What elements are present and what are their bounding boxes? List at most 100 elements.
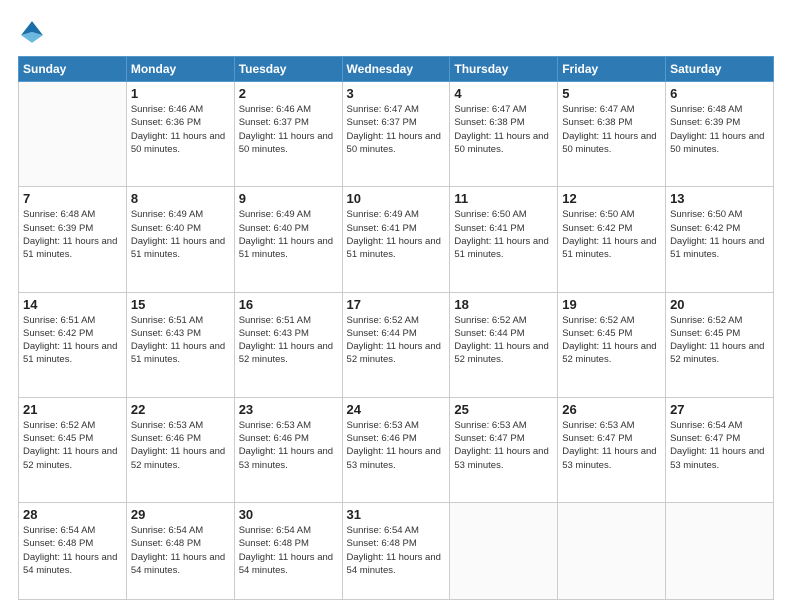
calendar-cell: 31 Sunrise: 6:54 AMSunset: 6:48 PMDayligh…	[342, 503, 450, 600]
day-info: Sunrise: 6:51 AMSunset: 6:43 PMDaylight:…	[131, 314, 230, 367]
day-info: Sunrise: 6:53 AMSunset: 6:46 PMDaylight:…	[131, 419, 230, 472]
calendar-cell: 17 Sunrise: 6:52 AMSunset: 6:44 PMDayligh…	[342, 292, 450, 397]
day-info: Sunrise: 6:48 AMSunset: 6:39 PMDaylight:…	[670, 103, 769, 156]
calendar-cell: 21 Sunrise: 6:52 AMSunset: 6:45 PMDayligh…	[19, 397, 127, 502]
day-info: Sunrise: 6:50 AMSunset: 6:41 PMDaylight:…	[454, 208, 553, 261]
calendar-cell: 18 Sunrise: 6:52 AMSunset: 6:44 PMDayligh…	[450, 292, 558, 397]
day-number: 15	[131, 297, 230, 312]
day-number: 14	[23, 297, 122, 312]
day-info: Sunrise: 6:50 AMSunset: 6:42 PMDaylight:…	[670, 208, 769, 261]
calendar-week-0: 1 Sunrise: 6:46 AMSunset: 6:36 PMDaylight…	[19, 82, 774, 187]
calendar-cell: 20 Sunrise: 6:52 AMSunset: 6:45 PMDayligh…	[666, 292, 774, 397]
calendar-cell	[450, 503, 558, 600]
calendar-cell: 26 Sunrise: 6:53 AMSunset: 6:47 PMDayligh…	[558, 397, 666, 502]
day-number: 21	[23, 402, 122, 417]
day-info: Sunrise: 6:51 AMSunset: 6:43 PMDaylight:…	[239, 314, 338, 367]
calendar-cell: 28 Sunrise: 6:54 AMSunset: 6:48 PMDayligh…	[19, 503, 127, 600]
calendar-cell: 19Sunrise: 6:52 AMSunset: 6:45 PMDayligh…	[558, 292, 666, 397]
day-number: 30	[239, 507, 338, 522]
day-number: 16	[239, 297, 338, 312]
logo	[18, 18, 50, 46]
weekday-header-saturday: Saturday	[666, 57, 774, 82]
day-number: 2	[239, 86, 338, 101]
day-number: 6	[670, 86, 769, 101]
calendar-cell: 12Sunrise: 6:50 AMSunset: 6:42 PMDayligh…	[558, 187, 666, 292]
day-number: 11	[454, 191, 553, 206]
calendar-cell: 16 Sunrise: 6:51 AMSunset: 6:43 PMDayligh…	[234, 292, 342, 397]
calendar-cell: 7Sunrise: 6:48 AMSunset: 6:39 PMDaylight…	[19, 187, 127, 292]
calendar-cell: 10 Sunrise: 6:49 AMSunset: 6:41 PMDayligh…	[342, 187, 450, 292]
calendar-cell	[666, 503, 774, 600]
calendar-week-3: 21 Sunrise: 6:52 AMSunset: 6:45 PMDayligh…	[19, 397, 774, 502]
day-info: Sunrise: 6:47 AMSunset: 6:38 PMDaylight:…	[562, 103, 661, 156]
page: SundayMondayTuesdayWednesdayThursdayFrid…	[0, 0, 792, 612]
weekday-header-friday: Friday	[558, 57, 666, 82]
day-info: Sunrise: 6:53 AMSunset: 6:46 PMDaylight:…	[239, 419, 338, 472]
day-info: Sunrise: 6:48 AMSunset: 6:39 PMDaylight:…	[23, 208, 122, 261]
calendar-cell: 14 Sunrise: 6:51 AMSunset: 6:42 PMDayligh…	[19, 292, 127, 397]
day-info: Sunrise: 6:46 AMSunset: 6:37 PMDaylight:…	[239, 103, 338, 156]
calendar-cell: 22Sunrise: 6:53 AMSunset: 6:46 PMDayligh…	[126, 397, 234, 502]
calendar-cell: 23 Sunrise: 6:53 AMSunset: 6:46 PMDayligh…	[234, 397, 342, 502]
day-number: 20	[670, 297, 769, 312]
day-info: Sunrise: 6:52 AMSunset: 6:45 PMDaylight:…	[23, 419, 122, 472]
calendar-cell: 4Sunrise: 6:47 AMSunset: 6:38 PMDaylight…	[450, 82, 558, 187]
calendar-cell: 9 Sunrise: 6:49 AMSunset: 6:40 PMDaylight…	[234, 187, 342, 292]
calendar-cell: 24Sunrise: 6:53 AMSunset: 6:46 PMDayligh…	[342, 397, 450, 502]
calendar-cell: 1 Sunrise: 6:46 AMSunset: 6:36 PMDaylight…	[126, 82, 234, 187]
calendar-week-1: 7Sunrise: 6:48 AMSunset: 6:39 PMDaylight…	[19, 187, 774, 292]
calendar-cell: 8 Sunrise: 6:49 AMSunset: 6:40 PMDaylight…	[126, 187, 234, 292]
calendar-body: 1 Sunrise: 6:46 AMSunset: 6:36 PMDaylight…	[19, 82, 774, 600]
calendar-cell: 25Sunrise: 6:53 AMSunset: 6:47 PMDayligh…	[450, 397, 558, 502]
weekday-header-monday: Monday	[126, 57, 234, 82]
day-info: Sunrise: 6:49 AMSunset: 6:40 PMDaylight:…	[131, 208, 230, 261]
calendar-cell: 3 Sunrise: 6:47 AMSunset: 6:37 PMDaylight…	[342, 82, 450, 187]
day-info: Sunrise: 6:51 AMSunset: 6:42 PMDaylight:…	[23, 314, 122, 367]
calendar-cell: 6 Sunrise: 6:48 AMSunset: 6:39 PMDaylight…	[666, 82, 774, 187]
day-number: 28	[23, 507, 122, 522]
day-number: 8	[131, 191, 230, 206]
day-info: Sunrise: 6:54 AMSunset: 6:48 PMDaylight:…	[347, 524, 446, 577]
calendar-cell: 5 Sunrise: 6:47 AMSunset: 6:38 PMDaylight…	[558, 82, 666, 187]
calendar-week-2: 14 Sunrise: 6:51 AMSunset: 6:42 PMDayligh…	[19, 292, 774, 397]
day-info: Sunrise: 6:54 AMSunset: 6:48 PMDaylight:…	[23, 524, 122, 577]
day-number: 23	[239, 402, 338, 417]
day-number: 9	[239, 191, 338, 206]
day-number: 5	[562, 86, 661, 101]
day-info: Sunrise: 6:49 AMSunset: 6:40 PMDaylight:…	[239, 208, 338, 261]
day-number: 10	[347, 191, 446, 206]
day-info: Sunrise: 6:52 AMSunset: 6:44 PMDaylight:…	[454, 314, 553, 367]
calendar-cell: 2 Sunrise: 6:46 AMSunset: 6:37 PMDaylight…	[234, 82, 342, 187]
day-info: Sunrise: 6:52 AMSunset: 6:44 PMDaylight:…	[347, 314, 446, 367]
day-number: 13	[670, 191, 769, 206]
day-info: Sunrise: 6:52 AMSunset: 6:45 PMDaylight:…	[562, 314, 661, 367]
day-number: 26	[562, 402, 661, 417]
day-info: Sunrise: 6:53 AMSunset: 6:47 PMDaylight:…	[562, 419, 661, 472]
calendar-cell: 29Sunrise: 6:54 AMSunset: 6:48 PMDayligh…	[126, 503, 234, 600]
day-number: 27	[670, 402, 769, 417]
day-number: 3	[347, 86, 446, 101]
day-number: 31	[347, 507, 446, 522]
day-number: 18	[454, 297, 553, 312]
calendar-table: SundayMondayTuesdayWednesdayThursdayFrid…	[18, 56, 774, 600]
header	[18, 18, 774, 46]
day-info: Sunrise: 6:49 AMSunset: 6:41 PMDaylight:…	[347, 208, 446, 261]
calendar-cell	[558, 503, 666, 600]
day-number: 25	[454, 402, 553, 417]
day-info: Sunrise: 6:52 AMSunset: 6:45 PMDaylight:…	[670, 314, 769, 367]
day-number: 1	[131, 86, 230, 101]
day-info: Sunrise: 6:47 AMSunset: 6:38 PMDaylight:…	[454, 103, 553, 156]
day-number: 17	[347, 297, 446, 312]
day-info: Sunrise: 6:53 AMSunset: 6:46 PMDaylight:…	[347, 419, 446, 472]
day-info: Sunrise: 6:47 AMSunset: 6:37 PMDaylight:…	[347, 103, 446, 156]
calendar-cell: 30Sunrise: 6:54 AMSunset: 6:48 PMDayligh…	[234, 503, 342, 600]
weekday-header-wednesday: Wednesday	[342, 57, 450, 82]
day-info: Sunrise: 6:54 AMSunset: 6:48 PMDaylight:…	[131, 524, 230, 577]
calendar-cell	[19, 82, 127, 187]
weekday-header-thursday: Thursday	[450, 57, 558, 82]
day-info: Sunrise: 6:46 AMSunset: 6:36 PMDaylight:…	[131, 103, 230, 156]
calendar-cell: 11 Sunrise: 6:50 AMSunset: 6:41 PMDayligh…	[450, 187, 558, 292]
day-info: Sunrise: 6:50 AMSunset: 6:42 PMDaylight:…	[562, 208, 661, 261]
logo-icon	[18, 18, 46, 46]
calendar-cell: 27Sunrise: 6:54 AMSunset: 6:47 PMDayligh…	[666, 397, 774, 502]
